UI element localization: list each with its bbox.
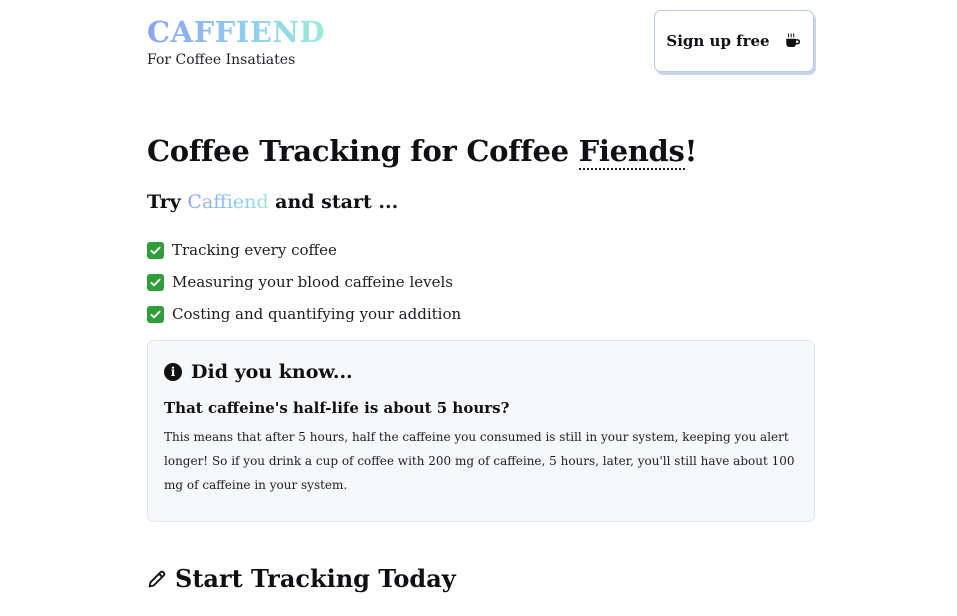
headline-text: Coffee Tracking for Coffee	[147, 134, 579, 168]
subtitle: Try Caffiend and start ...	[147, 188, 398, 216]
feature-item: Measuring your blood caffeine levels	[147, 266, 461, 298]
signup-button[interactable]: Sign up free	[654, 10, 814, 72]
check-icon	[147, 241, 164, 259]
subtitle-end: and start ...	[268, 191, 399, 213]
brand: CAFFIEND For Coffee Insatiates	[147, 14, 325, 68]
subtitle-start: Try	[147, 191, 188, 213]
info-circle-icon: i	[164, 363, 182, 381]
subtitle-brand: Caffiend	[187, 191, 269, 213]
headline-highlight: Fiends	[578, 134, 685, 170]
feature-item: Costing and quantifying your addition	[147, 298, 461, 330]
feature-item: Tracking every coffee	[147, 234, 461, 266]
signup-label: Sign up free	[666, 32, 770, 50]
start-tracking-title: Start Tracking Today	[175, 564, 456, 593]
check-icon	[147, 273, 164, 291]
start-tracking-heading: Start Tracking Today	[147, 564, 456, 593]
tagline: For Coffee Insatiates	[147, 52, 296, 68]
pencil-icon	[148, 570, 166, 587]
fact-title: That caffeine's half-life is about 5 hou…	[164, 399, 510, 417]
did-you-know-heading: i Did you know...	[164, 361, 798, 383]
fact-body: This means that after 5 hours, half the …	[164, 430, 795, 492]
check-icon	[147, 305, 164, 323]
page-title: Coffee Tracking for Coffee Fiends!	[147, 131, 697, 171]
feature-label: Measuring your blood caffeine levels	[172, 273, 453, 291]
page: CAFFIEND For Coffee Insatiates Sign up f…	[0, 0, 957, 616]
did-you-know-card: i Did you know... That caffeine's half-l…	[147, 340, 815, 522]
logo[interactable]: CAFFIEND	[147, 14, 325, 50]
feature-label: Costing and quantifying your addition	[172, 305, 462, 323]
feature-list: Tracking every coffee Measuring your blo…	[147, 234, 461, 330]
headline-end: !	[684, 134, 698, 168]
feature-label: Tracking every coffee	[172, 241, 337, 259]
coffee-cup-icon	[785, 33, 800, 47]
did-you-know-title: Did you know...	[191, 361, 353, 383]
